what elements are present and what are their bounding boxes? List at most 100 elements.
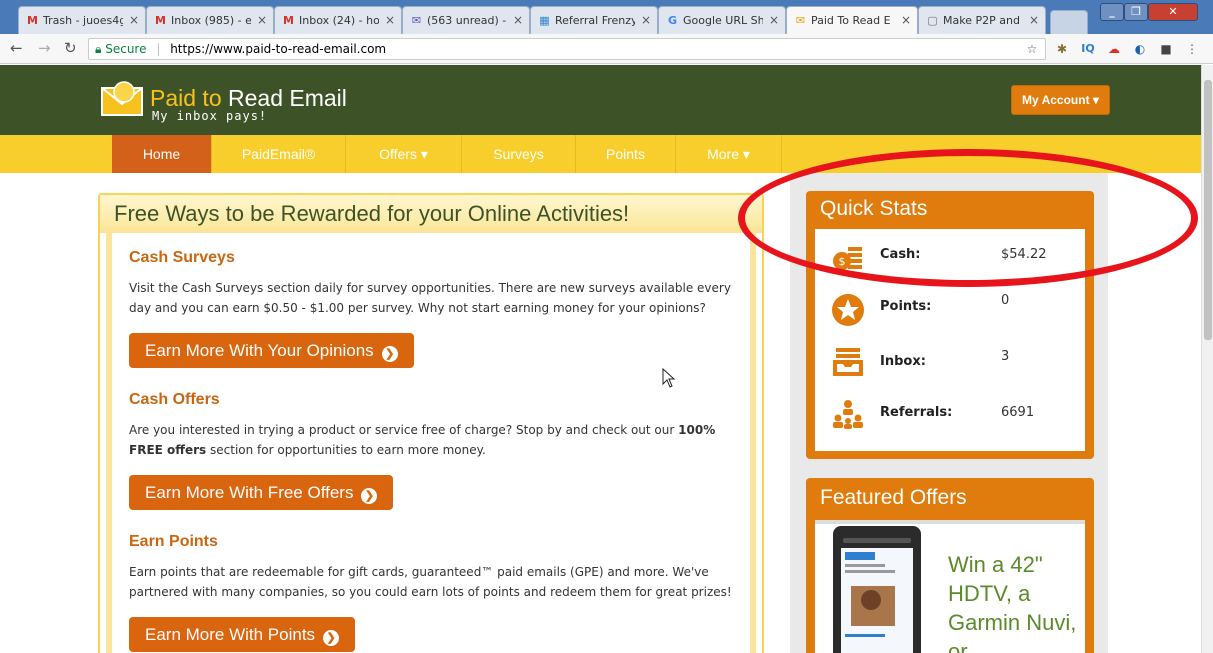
stat-label: Points: (880, 299, 932, 314)
browser-tab[interactable]: ✉ (563 unread) - × (402, 6, 530, 34)
nav-points[interactable]: Points (576, 135, 676, 173)
button-label: Earn More With Free Offers (145, 483, 354, 502)
extension-icon[interactable]: ✱ (1054, 41, 1070, 57)
close-icon[interactable]: × (641, 13, 651, 27)
gmail-icon: M (283, 14, 294, 27)
envelope-logo-icon[interactable] (100, 78, 146, 118)
cash-offers-text: Are you interested in trying a product o… (129, 420, 739, 460)
browser-tab[interactable]: G Google URL Sh × (658, 6, 786, 34)
page-title: Free Ways to be Rewarded for your Online… (100, 195, 762, 233)
rewards-panel-body: Cash Surveys Visit the Cash Surveys sect… (106, 233, 756, 653)
gmail-icon: M (155, 14, 166, 27)
earn-points-heading: Earn Points (129, 533, 218, 550)
logo-tagline: My inbox pays! (152, 109, 268, 123)
stat-label: Inbox: (880, 354, 926, 369)
nav-more[interactable]: More ▾ (676, 135, 782, 173)
extension-icon[interactable]: ☁ (1106, 41, 1122, 57)
featured-offer-item[interactable]: Win a 42" HDTV, a Garmin Nuvi, or (815, 520, 1085, 653)
arrow-right-icon: ❯ (361, 488, 378, 504)
tab-label: Trash - juoes4g (43, 14, 123, 27)
main-nav: Home PaidEmail® Offers ▾ Surveys Points … (0, 135, 1201, 173)
text-part: Are you interested in trying a product o… (129, 423, 679, 437)
close-icon[interactable]: × (129, 13, 139, 27)
nav-home[interactable]: Home (112, 135, 212, 173)
stat-label: Referrals: (880, 405, 953, 420)
quick-stats-title: Quick Stats (820, 197, 928, 220)
lock-icon: 🔒︎ (95, 42, 102, 56)
forward-icon[interactable]: → (38, 39, 51, 57)
minimize-icon[interactable]: _ (1100, 3, 1124, 21)
gmail-icon: M (27, 14, 38, 27)
earn-free-offers-button[interactable]: Earn More With Free Offers ❯ (129, 475, 394, 510)
stat-value: $54.22 (1001, 247, 1047, 262)
nav-offers[interactable]: Offers ▾ (346, 135, 462, 173)
tab-label: Paid To Read E (811, 14, 891, 27)
stat-row-cash: $ Cash: $54.22 (815, 235, 1085, 285)
browser-tab[interactable]: ▢ Make P2P and × (918, 6, 1046, 34)
quick-stats-body: $ Cash: $54.22 Points: 0 Inbox: 3 Referr… (815, 229, 1085, 451)
google-icon: G (667, 14, 678, 27)
tab-label: Referral Frenzy (555, 14, 635, 27)
bookmark-star-icon[interactable]: ☆ (1024, 41, 1040, 57)
close-icon[interactable]: × (901, 13, 911, 27)
rewards-panel: Free Ways to be Rewarded for your Online… (98, 193, 764, 653)
page-icon: ▢ (927, 14, 938, 27)
browser-tab[interactable]: M Inbox (24) - ho × (274, 6, 402, 34)
stat-label: Cash: (880, 247, 921, 262)
iq-extension-icon[interactable]: IQ (1080, 41, 1096, 57)
back-icon[interactable]: ← (10, 39, 23, 57)
page-scrollbar[interactable] (1201, 65, 1213, 653)
arrow-right-icon: ❯ (323, 630, 340, 646)
tab-label: (563 unread) - (427, 14, 507, 27)
stat-value: 6691 (1001, 405, 1035, 420)
extension-icon[interactable]: ■ (1158, 41, 1174, 57)
close-icon[interactable]: × (385, 13, 395, 27)
browser-tab-bar: M Trash - juoes4g × M Inbox (985) - e × … (0, 0, 1213, 34)
earn-opinions-button[interactable]: Earn More With Your Opinions ❯ (129, 333, 414, 368)
ptre-icon: ✉ (795, 14, 806, 27)
window-close-icon[interactable]: ✕ (1148, 3, 1198, 21)
tab-label: Inbox (985) - e (171, 14, 251, 27)
featured-offer-text: Win a 42" HDTV, a Garmin Nuvi, or (948, 552, 1077, 653)
browser-tab[interactable]: ▦ Referral Frenzy × (530, 6, 658, 34)
menu-icon[interactable]: ⋮ (1184, 41, 1200, 57)
extension-icon[interactable]: ◐ (1132, 41, 1148, 57)
nav-paidemail[interactable]: PaidEmail® (212, 135, 346, 173)
stat-row-inbox: Inbox: 3 (815, 343, 1085, 393)
address-bar: ← → ↻ 🔒︎ Secure | https://www.paid-to-re… (0, 34, 1213, 64)
cash-surveys-heading: Cash Surveys (129, 249, 235, 266)
maximize-icon[interactable]: ❐ (1124, 3, 1148, 21)
scrollbar-thumb[interactable] (1204, 80, 1212, 340)
earn-points-text: Earn points that are redeemable for gift… (129, 565, 732, 599)
stat-row-referrals: Referrals: 6691 (815, 395, 1085, 445)
star-icon (832, 294, 864, 326)
my-account-button[interactable]: My Account ▾ (1011, 85, 1110, 115)
browser-tab-active[interactable]: ✉ Paid To Read E × (786, 6, 918, 34)
featured-offers-box: Featured Offers Win a 42" HDTV, a Garmin… (806, 478, 1094, 653)
logo-read-email: Read Email (228, 85, 347, 111)
stat-value: 0 (1001, 293, 1010, 308)
browser-tab[interactable]: M Trash - juoes4g × (18, 6, 146, 34)
quick-stats-box: Quick Stats $ Cash: $54.22 Points: 0 Inb… (806, 191, 1094, 459)
text-part: section for opportunities to earn more m… (206, 443, 486, 457)
featured-offers-title: Featured Offers (820, 486, 967, 509)
reload-icon[interactable]: ↻ (64, 39, 77, 57)
close-icon[interactable]: × (1029, 13, 1039, 27)
earn-points-button[interactable]: Earn More With Points ❯ (129, 617, 356, 652)
referrals-icon (833, 400, 863, 429)
tab-label: Make P2P and (943, 14, 1020, 27)
arrow-right-icon: ❯ (381, 346, 398, 362)
nav-surveys[interactable]: Surveys (462, 135, 576, 173)
site-logo[interactable]: Paid to Read Email (150, 85, 347, 112)
yahoo-mail-icon: ✉ (411, 14, 422, 27)
stat-row-points: Points: 0 (815, 289, 1085, 339)
close-icon[interactable]: × (769, 13, 779, 27)
browser-tab[interactable]: M Inbox (985) - e × (146, 6, 274, 34)
cash-surveys-text: Visit the Cash Surveys section daily for… (129, 281, 731, 315)
url-field[interactable]: 🔒︎ Secure | https://www.paid-to-read-ema… (88, 38, 1046, 60)
cash-offers-heading: Cash Offers (129, 391, 220, 408)
new-tab-button[interactable] (1050, 10, 1088, 34)
close-icon[interactable]: × (257, 13, 267, 27)
url-text: https://www.paid-to-read-email.com (170, 42, 387, 56)
close-icon[interactable]: × (513, 13, 523, 27)
